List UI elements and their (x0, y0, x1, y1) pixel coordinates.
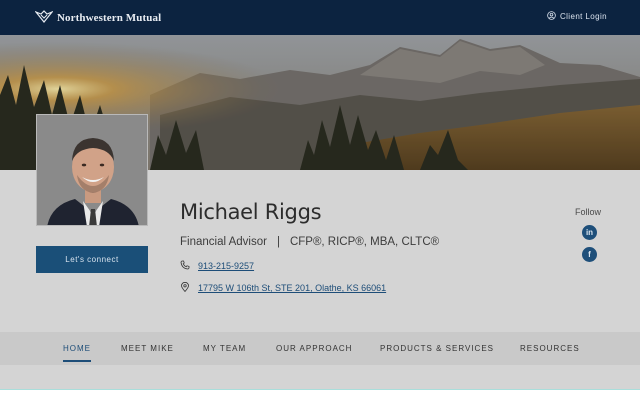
nav-item-products-services[interactable]: PRODUCTS & SERVICES (380, 344, 494, 353)
advisor-photo (36, 114, 148, 226)
eagle-logo-icon (34, 9, 54, 28)
location-pin-icon (180, 281, 190, 294)
nav-item-my-team[interactable]: MY TEAM (203, 344, 246, 353)
follow-label: Follow (575, 207, 602, 217)
address-link[interactable]: 17795 W 106th St, STE 201, Olathe, KS 66… (198, 283, 386, 293)
advisor-name: Michael Riggs (180, 200, 322, 224)
advisor-title-line: Financial Advisor | CFP®, RICP®, MBA, CL… (180, 236, 439, 248)
brand-logo[interactable]: Northwestern Mutual (34, 9, 162, 28)
client-login-label: Client Login (559, 12, 607, 21)
nav-item-home[interactable]: HOME (63, 344, 91, 353)
linkedin-icon[interactable]: in (582, 225, 597, 240)
nav-item-resources[interactable]: RESOURCES (520, 344, 580, 353)
address-row: 17795 W 106th St, STE 201, Olathe, KS 66… (180, 281, 386, 294)
phone-link[interactable]: 913-215-9257 (198, 261, 254, 271)
brand-name: Northwestern Mutual (57, 12, 162, 24)
section-nav: HOME MEET MIKE MY TEAM OUR APPROACH PROD… (0, 332, 640, 365)
title-separator: | (276, 236, 280, 248)
advisor-role: Financial Advisor (180, 236, 267, 248)
advisor-credentials: CFP®, RICP®, MBA, CLTC® (289, 236, 440, 248)
lets-connect-button[interactable]: Let's connect (36, 246, 148, 273)
top-bar: Northwestern Mutual Client Login (0, 0, 640, 35)
main-content-area (0, 389, 640, 400)
phone-row: 913-215-9257 (180, 260, 254, 272)
phone-icon (180, 260, 190, 272)
active-tab-indicator (63, 360, 91, 362)
client-login-link[interactable]: Client Login (547, 11, 607, 22)
nav-item-meet-mike[interactable]: MEET MIKE (121, 344, 174, 353)
user-icon (547, 11, 556, 22)
facebook-icon[interactable]: f (582, 247, 597, 262)
nav-item-our-approach[interactable]: OUR APPROACH (276, 344, 352, 353)
